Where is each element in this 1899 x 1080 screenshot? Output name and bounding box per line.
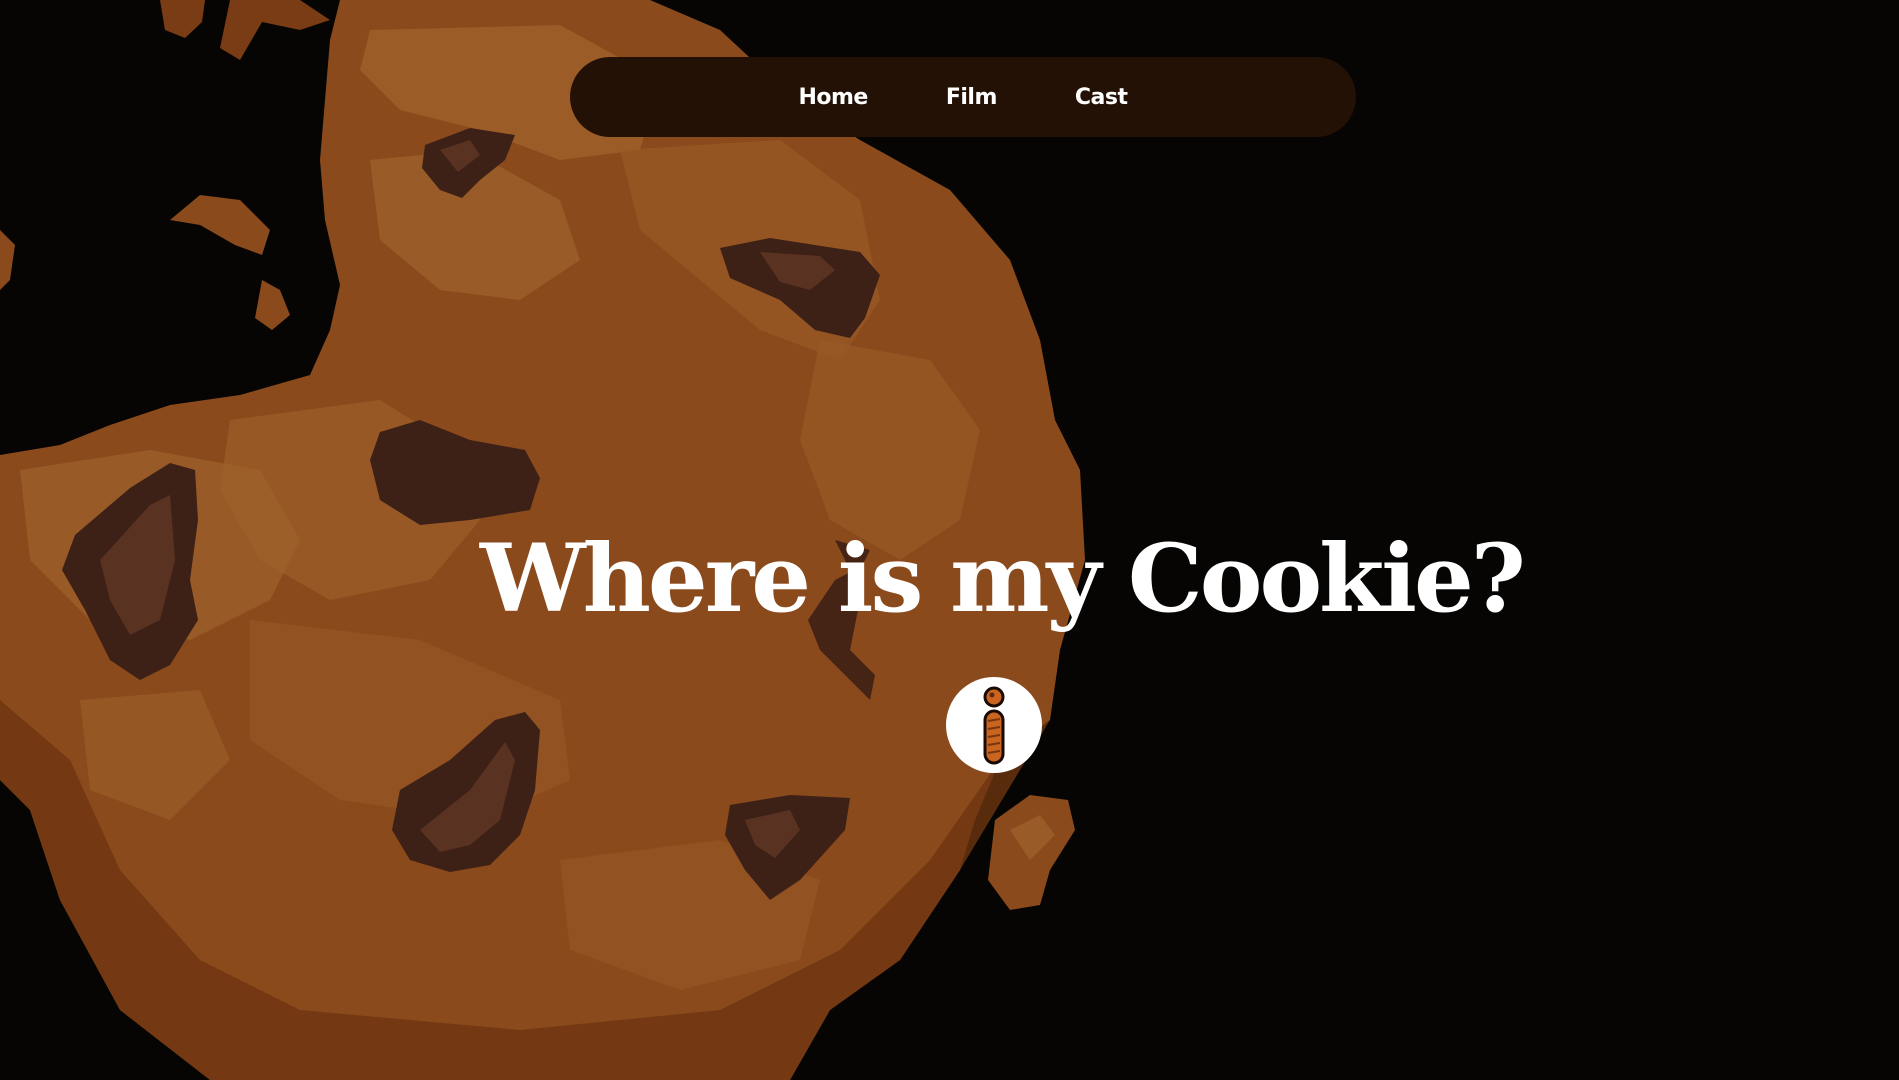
landing-page: Home Film Cast Where is my Cookie? — [0, 0, 1899, 1080]
top-navbar: Home Film Cast — [570, 57, 1356, 137]
info-button[interactable] — [946, 677, 1042, 773]
hero-title: Where is my Cookie? — [480, 524, 1526, 634]
crumb — [170, 195, 270, 255]
crumb — [160, 0, 205, 38]
crumb — [220, 0, 330, 60]
crumb — [0, 230, 15, 290]
nav-link-film[interactable]: Film — [946, 85, 998, 110]
nav-link-home[interactable]: Home — [798, 85, 868, 110]
info-icon — [983, 686, 1005, 765]
nav-link-cast[interactable]: Cast — [1075, 85, 1128, 110]
crumb — [255, 280, 290, 330]
